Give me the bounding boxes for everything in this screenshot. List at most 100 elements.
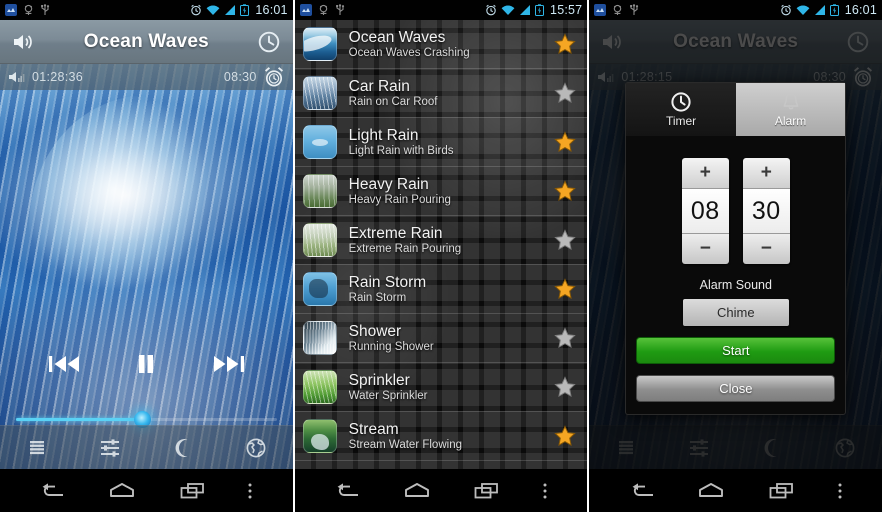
minutes-increment-button[interactable]: + — [742, 158, 790, 189]
minutes-value[interactable]: 30 — [742, 189, 790, 233]
clock-icon[interactable] — [257, 30, 281, 54]
tab-alarm[interactable]: Alarm — [735, 83, 846, 136]
list-item-subtitle: Rain on Car Roof — [348, 95, 438, 108]
list-item-title: Light Rain — [348, 126, 419, 144]
globe-icon[interactable] — [245, 437, 267, 459]
status-bar-player: 16:01 — [0, 0, 293, 20]
app-icon — [5, 4, 17, 16]
volume-fill — [16, 418, 142, 421]
usb-icon — [335, 4, 345, 16]
alarm-icon — [485, 4, 497, 16]
home-icon[interactable] — [697, 481, 725, 501]
list-item-subtitle: Heavy Rain Pouring — [348, 193, 451, 206]
sound-thumbnail — [302, 76, 337, 110]
favorite-star-icon[interactable] — [553, 424, 577, 448]
back-icon[interactable] — [629, 481, 655, 501]
home-icon[interactable] — [108, 481, 136, 501]
android-debug-icon — [318, 4, 329, 16]
sound-list[interactable]: Ocean Waves Ocean Waves Crashing Car Rain R… — [294, 20, 588, 469]
tab-timer[interactable]: Timer — [626, 83, 736, 136]
list-item-text: Light Rain Light Rain with Birds — [349, 127, 548, 158]
list-item-title: Stream — [348, 420, 399, 438]
start-button[interactable]: Start — [636, 337, 836, 364]
equalizer-icon[interactable] — [99, 437, 121, 459]
minutes-stepper: + 30 − — [742, 158, 790, 264]
favorite-star-icon[interactable] — [553, 277, 577, 301]
recents-icon[interactable] — [473, 481, 499, 501]
next-track-icon[interactable] — [210, 352, 246, 376]
list-item[interactable]: Light Rain Light Rain with Birds — [294, 118, 588, 167]
menu-icon[interactable] — [542, 481, 548, 501]
pause-icon[interactable] — [133, 351, 159, 377]
list-item[interactable]: Ocean Waves Ocean Waves Crashing — [294, 20, 588, 69]
status-bar-right-icons-dialog: 16:01 — [780, 3, 877, 17]
transport-controls — [0, 340, 293, 388]
favorite-star-icon[interactable] — [553, 375, 577, 399]
previous-track-icon[interactable] — [47, 352, 83, 376]
timer-alarm-dialog: Timer Alarm + 08 − + 30 − Alarm Sound Ch… — [625, 82, 847, 415]
list-item[interactable]: Heavy Rain Heavy Rain Pouring — [294, 167, 588, 216]
list-item[interactable]: Sprinkler Water Sprinkler — [294, 363, 588, 412]
menu-icon[interactable] — [837, 481, 843, 501]
list-item-subtitle: Rain Storm — [348, 291, 407, 304]
status-bar-right-icons-list: 15:57 — [485, 3, 582, 17]
alarm-sound-select[interactable]: Chime — [682, 299, 789, 326]
hours-decrement-button[interactable]: − — [681, 233, 729, 264]
elapsed-time: 01:28:36 — [32, 70, 84, 84]
status-bar-left-icons — [5, 4, 50, 16]
list-item-text: Heavy Rain Heavy Rain Pouring — [349, 176, 548, 207]
sound-thumbnail — [302, 321, 337, 355]
favorite-star-icon[interactable] — [553, 130, 577, 154]
alarm-time: 08:30 — [223, 70, 257, 84]
list-icon[interactable] — [26, 437, 48, 459]
list-item[interactable]: Rain Storm Rain Storm — [294, 265, 588, 314]
moon-icon[interactable] — [172, 437, 194, 459]
speaker-icon[interactable] — [12, 32, 36, 52]
battery-icon — [535, 4, 545, 16]
bell-icon — [780, 91, 802, 113]
signal-icon — [814, 4, 826, 16]
favorite-star-icon[interactable] — [553, 32, 577, 56]
alarm-clock-icon[interactable] — [263, 66, 285, 88]
android-debug-icon — [23, 4, 34, 16]
favorite-star-icon[interactable] — [553, 179, 577, 203]
wifi-icon — [796, 5, 810, 16]
tab-timer-label: Timer — [665, 114, 697, 128]
menu-icon[interactable] — [247, 481, 253, 501]
recents-icon[interactable] — [768, 481, 794, 501]
status-bar-right-icons: 16:01 — [190, 3, 287, 17]
clock-icon — [670, 91, 692, 113]
list-item-subtitle: Ocean Waves Crashing — [348, 46, 470, 59]
list-item[interactable]: Car Rain Rain on Car Roof — [294, 69, 588, 118]
usb-icon — [40, 4, 50, 16]
status-bar-left-icons-list — [299, 4, 345, 16]
volume-level-icon — [8, 70, 26, 84]
player-screen: Ocean Waves 01:28:36 08:30 — [0, 20, 293, 512]
list-item-subtitle: Stream Water Flowing — [348, 438, 462, 451]
battery-icon — [829, 4, 839, 16]
list-item[interactable]: Shower Running Shower — [294, 314, 588, 363]
phone-timer-dialog: 16:01 Ocean Waves 01:28:15 08:30 — [589, 0, 882, 512]
alarm-sound-label: Alarm Sound — [699, 278, 772, 292]
minutes-decrement-button[interactable]: − — [742, 233, 790, 264]
list-item-title: Ocean Waves — [348, 28, 446, 46]
list-item[interactable]: Stream Stream Water Flowing — [294, 412, 588, 461]
hours-value[interactable]: 08 — [681, 189, 729, 233]
list-item[interactable]: Extreme Rain Extreme Rain Pouring — [294, 216, 588, 265]
wifi-icon — [206, 5, 220, 16]
list-item-subtitle: Light Rain with Birds — [348, 144, 454, 157]
favorite-star-icon[interactable] — [553, 81, 577, 105]
home-icon[interactable] — [403, 481, 431, 501]
status-bar-clock: 15:57 — [550, 3, 583, 17]
android-nav-bar-player — [0, 469, 293, 512]
recents-icon[interactable] — [179, 481, 205, 501]
status-bar-clock: 16:01 — [255, 3, 288, 17]
close-button[interactable]: Close — [636, 375, 836, 402]
favorite-star-icon[interactable] — [553, 326, 577, 350]
hours-increment-button[interactable]: + — [681, 158, 729, 189]
sound-thumbnail — [302, 370, 337, 404]
list-item-subtitle: Extreme Rain Pouring — [348, 242, 462, 255]
back-icon[interactable] — [334, 481, 360, 501]
favorite-star-icon[interactable] — [553, 228, 577, 252]
back-icon[interactable] — [39, 481, 65, 501]
